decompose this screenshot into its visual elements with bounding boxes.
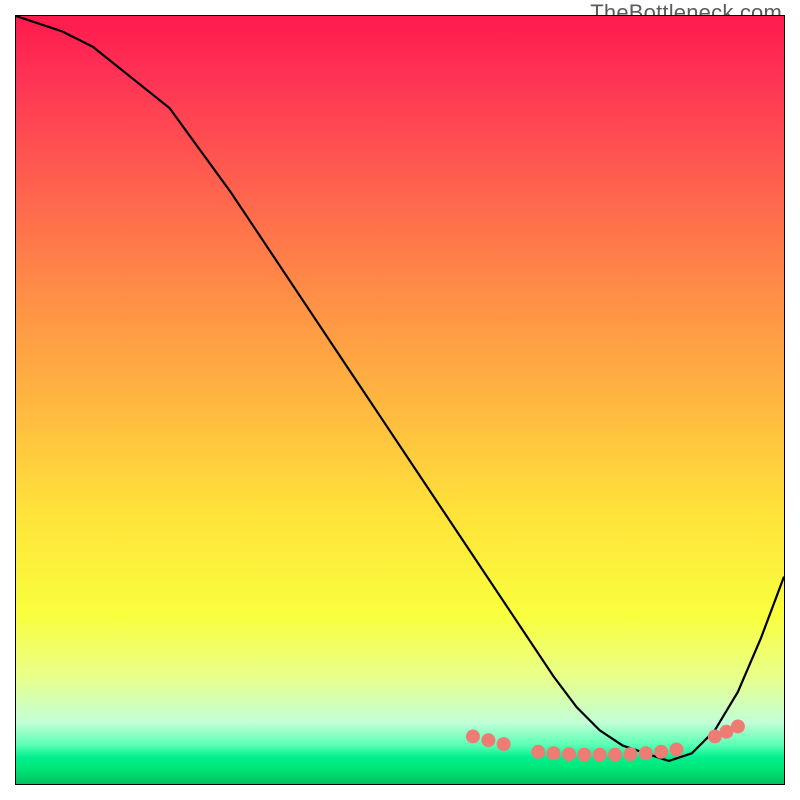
plot-area bbox=[15, 15, 785, 785]
curve-marker-dot bbox=[608, 748, 622, 762]
bottleneck-curve bbox=[16, 16, 784, 761]
curve-marker-dot bbox=[623, 747, 637, 761]
curve-marker-dot bbox=[669, 743, 683, 757]
curve-marker-dot bbox=[466, 729, 480, 743]
curve-marker-dot bbox=[731, 719, 745, 733]
curve-marker-dot bbox=[481, 733, 495, 747]
curve-marker-dot bbox=[562, 747, 576, 761]
curve-marker-dot bbox=[497, 737, 511, 751]
curve-marker-dot bbox=[547, 746, 561, 760]
curve-marker-dot bbox=[639, 746, 653, 760]
curve-marker-dot bbox=[577, 748, 591, 762]
chart-container: TheBottleneck.com bbox=[0, 0, 800, 800]
curve-svg bbox=[16, 16, 784, 784]
curve-marker-dot bbox=[531, 745, 545, 759]
curve-marker-dot bbox=[593, 748, 607, 762]
curve-marker-dot bbox=[654, 745, 668, 759]
